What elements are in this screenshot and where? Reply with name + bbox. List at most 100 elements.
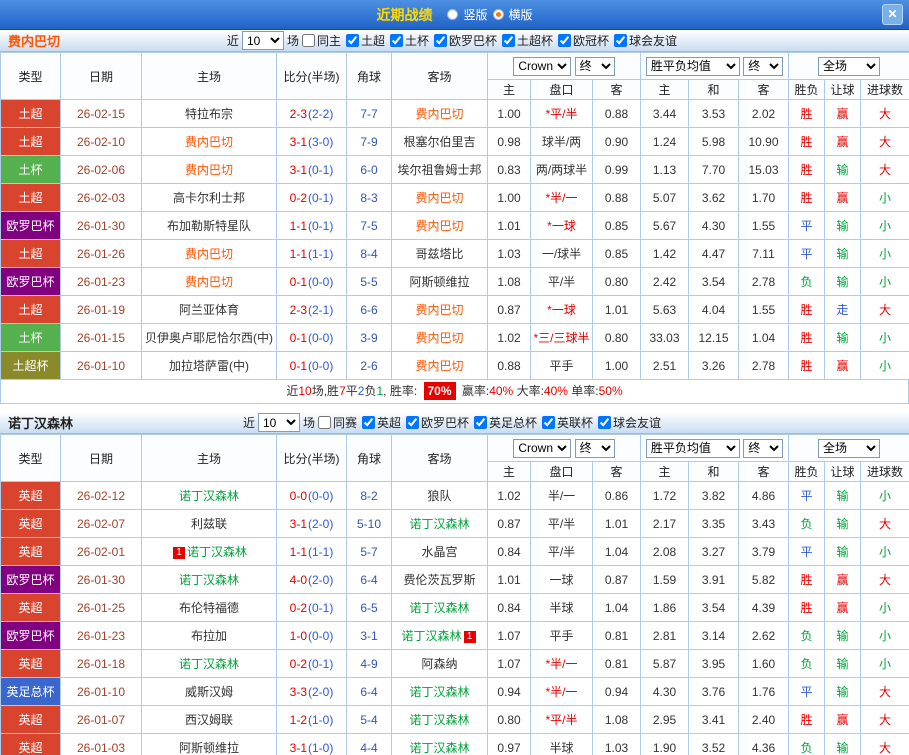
match-count-select[interactable]: 10 — [257, 413, 300, 432]
filter-checkbox[interactable]: 英联杯 — [542, 414, 593, 431]
home-team[interactable]: 布伦特福德 — [141, 593, 277, 622]
away-team[interactable]: 诺丁汉森林 — [391, 733, 488, 755]
away-team[interactable]: 水晶宫 — [391, 537, 488, 566]
filter-checkbox-input[interactable] — [361, 415, 375, 429]
match-date[interactable]: 26-01-19 — [60, 295, 142, 324]
away-team[interactable]: 费内巴切 — [391, 183, 488, 212]
home-team[interactable]: 费内巴切 — [141, 155, 277, 184]
home-team[interactable]: 阿斯顿维拉 — [141, 733, 277, 755]
filter-checkbox[interactable]: 土超杯 — [502, 32, 553, 49]
filter-checkbox-input[interactable] — [345, 33, 359, 47]
match-date[interactable]: 26-02-01 — [60, 537, 142, 566]
filter-checkbox-input[interactable] — [434, 33, 447, 47]
filter-checkbox[interactable]: 球会友谊 — [598, 414, 661, 431]
match-date[interactable]: 26-01-30 — [60, 211, 142, 240]
filter-checkbox-input[interactable] — [317, 415, 331, 429]
match-date[interactable]: 26-01-23 — [60, 621, 142, 650]
final-odds-select[interactable]: 终 — [574, 438, 615, 458]
home-team[interactable]: 费内巴切 — [141, 127, 277, 156]
filter-checkbox-input[interactable] — [301, 33, 315, 47]
home-team[interactable]: 诺丁汉森林 — [141, 565, 277, 594]
filter-checkbox[interactable]: 英足总杯 — [474, 414, 537, 431]
away-team[interactable]: 诺丁汉森林 — [391, 705, 488, 734]
filter-checkbox[interactable]: 欧冠杯 — [558, 32, 609, 49]
away-team[interactable]: 诺丁汉森林 — [391, 593, 488, 622]
filter-checkbox[interactable]: 欧罗巴杯 — [406, 414, 469, 431]
away-team[interactable]: 费内巴切 — [391, 211, 488, 240]
away-team[interactable]: 狼队 — [391, 481, 488, 510]
match-date[interactable]: 26-01-18 — [60, 649, 142, 678]
match-date[interactable]: 26-01-23 — [60, 267, 142, 296]
horizontal-radio-label[interactable]: 横版 — [509, 6, 533, 23]
avg-odds-select[interactable]: 胜平负均值 — [645, 56, 740, 76]
away-team[interactable]: 费内巴切 — [391, 295, 488, 324]
fulltime-select[interactable]: 全场 — [818, 438, 881, 458]
match-date[interactable]: 26-01-30 — [60, 565, 142, 594]
home-team[interactable]: 特拉布宗 — [141, 99, 277, 128]
match-count-select[interactable]: 10 — [241, 31, 284, 50]
away-team[interactable]: 诺丁汉森林 1 — [391, 621, 488, 650]
home-team[interactable]: 利兹联 — [141, 509, 277, 538]
home-team[interactable]: 布加勒斯特星队 — [141, 211, 277, 240]
filter-checkbox[interactable]: 土杯 — [389, 32, 429, 49]
match-date[interactable]: 26-01-26 — [60, 239, 142, 268]
home-team[interactable]: 加拉塔萨雷(中) — [141, 351, 277, 380]
filter-checkbox-input[interactable] — [558, 33, 572, 47]
filter-checkbox-input[interactable] — [502, 33, 516, 47]
filter-checkbox-input[interactable] — [406, 415, 419, 429]
away-team[interactable]: 诺丁汉森林 — [391, 677, 488, 706]
filter-checkbox-input[interactable] — [389, 33, 403, 47]
filter-checkbox[interactable]: 英超 — [361, 414, 401, 431]
home-team[interactable]: 西汉姆联 — [141, 705, 277, 734]
away-team[interactable]: 阿森纳 — [391, 649, 488, 678]
home-team[interactable]: 布拉加 — [141, 621, 277, 650]
home-team[interactable]: 费内巴切 — [141, 267, 277, 296]
match-date[interactable]: 26-02-12 — [60, 481, 142, 510]
home-team[interactable]: 诺丁汉森林 — [141, 481, 277, 510]
match-date[interactable]: 26-01-25 — [60, 593, 142, 622]
filter-checkbox-input[interactable] — [614, 33, 628, 47]
close-button[interactable]: ✕ — [882, 4, 903, 25]
away-team[interactable]: 费内巴切 — [391, 323, 488, 352]
avg-odds-select[interactable]: 胜平负均值 — [645, 438, 740, 458]
home-team[interactable]: 阿兰亚体育 — [141, 295, 277, 324]
filter-checkbox[interactable]: 同赛 — [317, 414, 357, 431]
match-date[interactable]: 26-02-07 — [60, 509, 142, 538]
match-date[interactable]: 26-01-07 — [60, 705, 142, 734]
away-team[interactable]: 阿斯顿维拉 — [391, 267, 488, 296]
bookmaker-select[interactable]: Crown — [513, 56, 572, 76]
filter-checkbox[interactable]: 欧罗巴杯 — [434, 32, 497, 49]
horizontal-radio[interactable] — [492, 9, 504, 20]
match-date[interactable]: 26-01-15 — [60, 323, 142, 352]
match-date[interactable]: 26-02-03 — [60, 183, 142, 212]
vertical-radio[interactable] — [447, 9, 459, 20]
bookmaker-select[interactable]: Crown — [513, 438, 572, 458]
away-team[interactable]: 费内巴切 — [391, 99, 488, 128]
match-date[interactable]: 26-02-06 — [60, 155, 142, 184]
home-team[interactable]: 1 诺丁汉森林 — [141, 537, 277, 566]
filter-checkbox[interactable]: 同主 — [301, 32, 341, 49]
home-team[interactable]: 威斯汉姆 — [141, 677, 277, 706]
filter-checkbox[interactable]: 球会友谊 — [614, 32, 677, 49]
away-team[interactable]: 哥兹塔比 — [391, 239, 488, 268]
home-team[interactable]: 费内巴切 — [141, 239, 277, 268]
filter-checkbox[interactable]: 土超 — [345, 32, 385, 49]
match-date[interactable]: 26-02-15 — [60, 99, 142, 128]
final-avg-select[interactable]: 终 — [743, 56, 784, 76]
final-odds-select[interactable]: 终 — [574, 56, 615, 76]
match-date[interactable]: 26-01-10 — [60, 677, 142, 706]
match-date[interactable]: 26-01-03 — [60, 733, 142, 755]
home-team[interactable]: 贝伊奥卢耶尼恰尔西(中) — [141, 323, 277, 352]
filter-checkbox-input[interactable] — [542, 415, 556, 429]
final-avg-select[interactable]: 终 — [743, 438, 784, 458]
away-team[interactable]: 埃尔祖鲁姆士邦 — [391, 155, 488, 184]
filter-checkbox-input[interactable] — [474, 415, 488, 429]
away-team[interactable]: 费伦茨瓦罗斯 — [391, 565, 488, 594]
match-date[interactable]: 26-01-10 — [60, 351, 142, 380]
away-team[interactable]: 根塞尔伯里吉 — [391, 127, 488, 156]
away-team[interactable]: 诺丁汉森林 — [391, 509, 488, 538]
match-date[interactable]: 26-02-10 — [60, 127, 142, 156]
home-team[interactable]: 诺丁汉森林 — [141, 649, 277, 678]
vertical-radio-label[interactable]: 竖版 — [463, 6, 487, 23]
fulltime-select[interactable]: 全场 — [818, 56, 881, 76]
